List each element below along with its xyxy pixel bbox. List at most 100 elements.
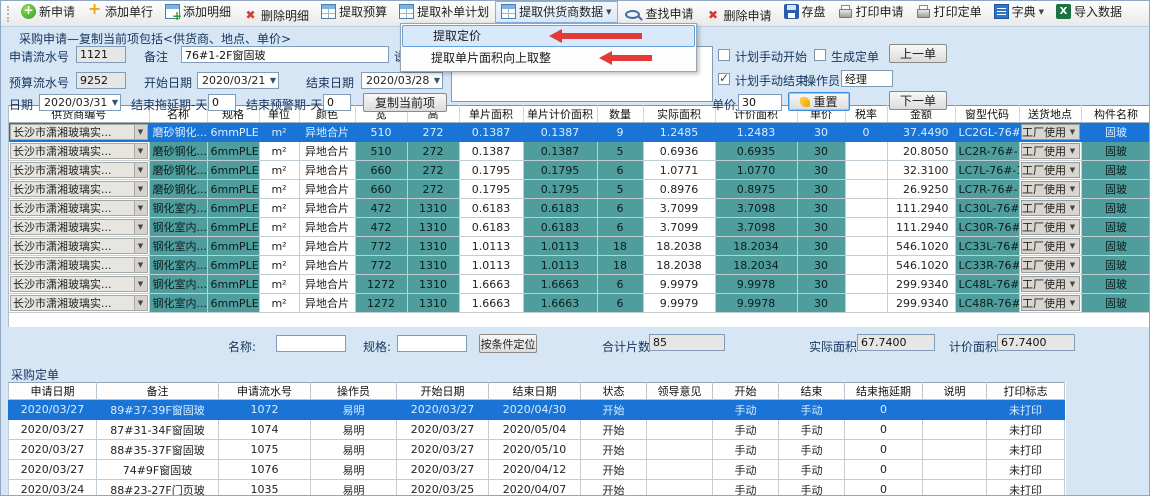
cell[interactable]: 2020/03/27 [9,440,97,460]
chevron-down-icon[interactable]: ▼ [134,144,147,158]
cell[interactable]: 0.1387 [523,123,597,142]
remark-input[interactable] [181,46,389,63]
cell[interactable]: m² [259,256,299,275]
cell[interactable]: 手动 [713,420,779,440]
operator-input[interactable] [841,70,893,87]
cell[interactable]: 异地合片 [299,294,355,313]
plan-manual-end-checkbox[interactable] [718,73,730,85]
cell[interactable]: 易明 [311,440,397,460]
cell[interactable]: 未打印 [987,420,1065,440]
cell[interactable]: 长沙市潇湘玻璃实...▼ [9,294,149,313]
cell[interactable]: 2020/03/27 [397,460,489,480]
cell[interactable]: 9.9978 [715,275,797,294]
cell[interactable]: 未打印 [987,480,1065,496]
cell[interactable]: 3.7098 [715,218,797,237]
cell[interactable]: 272 [407,123,459,142]
table-row[interactable]: 长沙市潇湘玻璃实...▼磨砂钢化...6mmPLE...m²异地合片660272… [9,161,1149,180]
cell[interactable]: LC48R-76#... [955,294,1019,313]
cell[interactable]: 钢化室内... [149,218,207,237]
table-row[interactable]: 2020/03/2488#23-27F门页玻1035易明2020/03/2520… [9,480,1065,496]
cell[interactable]: 26.9250 [887,180,955,199]
copy-current-button[interactable]: 复制当前项 [363,93,447,112]
cell[interactable]: 299.9340 [887,275,955,294]
cell[interactable]: 固玻 [1081,199,1149,218]
cell[interactable]: LC33R-76#... [955,256,1019,275]
cell[interactable]: 固玻 [1081,123,1149,142]
cell[interactable]: 0 [845,480,923,496]
cell[interactable]: 磨砂钢化... [149,161,207,180]
plan-manual-start-checkbox[interactable] [718,49,730,61]
cell[interactable]: 30 [797,161,845,180]
cell[interactable]: 1.0113 [523,256,597,275]
cell[interactable] [923,400,987,420]
cell[interactable]: 0.1387 [523,142,597,161]
cell[interactable]: 3.7099 [643,199,715,218]
cell[interactable]: 异地合片 [299,275,355,294]
cell[interactable]: LC7L-76#-1FO [955,161,1019,180]
cell[interactable]: 1.2485 [643,123,715,142]
cell[interactable]: 工厂使用▼ [1019,180,1081,199]
cell[interactable]: 异地合片 [299,142,355,161]
cell[interactable]: 0 [845,460,923,480]
cell[interactable]: 30 [797,256,845,275]
start-date-select[interactable]: 2020/03/21 ▼ [197,72,279,89]
chevron-down-icon[interactable]: ▼ [1067,223,1079,231]
cell[interactable]: 手动 [779,440,845,460]
cell[interactable]: 开始 [581,400,647,420]
cell[interactable]: 2020/03/27 [397,400,489,420]
cell[interactable] [923,480,987,496]
column-header[interactable]: 窗型代码 [955,106,1019,123]
cell[interactable]: 3.7099 [643,218,715,237]
cell[interactable]: 6mmPLE... [207,256,259,275]
cell[interactable]: 开始 [581,420,647,440]
column-header[interactable]: 实际面积 [643,106,715,123]
column-header[interactable]: 结束 [779,383,845,400]
cell[interactable]: 磨砂钢化... [149,180,207,199]
cell[interactable]: 固玻 [1081,218,1149,237]
cell[interactable]: 异地合片 [299,199,355,218]
budget-serial-input[interactable] [76,72,126,89]
cell[interactable]: m² [259,294,299,313]
table-row[interactable]: 长沙市潇湘玻璃实...▼钢化室内...6mmPLE...m²异地合片472131… [9,218,1149,237]
cell[interactable]: 钢化室内... [149,199,207,218]
cell[interactable]: 6 [597,161,643,180]
cell[interactable]: LC30R-76#... [955,218,1019,237]
previous-order-button[interactable]: 上一单 [889,44,947,63]
table-row[interactable]: 长沙市潇湘玻璃实...▼磨砂钢化...6mmPLE...m²异地合片510272… [9,142,1149,161]
cell[interactable]: 固玻 [1081,256,1149,275]
column-header[interactable]: 打印标志 [987,383,1065,400]
cell[interactable]: 0 [845,420,923,440]
cell[interactable]: 长沙市潇湘玻璃实...▼ [9,256,149,275]
chevron-down-icon[interactable]: ▼ [1067,242,1079,250]
end-date-select[interactable]: 2020/03/28 ▼ [361,72,443,89]
cell[interactable]: 272 [407,142,459,161]
toolbar-button-delete-detail[interactable]: 删除明细 [237,5,315,27]
cell[interactable]: 472 [355,199,407,218]
cell[interactable]: 299.9340 [887,294,955,313]
cell[interactable]: m² [259,161,299,180]
cell[interactable]: 30 [797,275,845,294]
column-header[interactable]: 领导意见 [647,383,713,400]
cell[interactable] [647,440,713,460]
cell[interactable] [647,480,713,496]
chevron-down-icon[interactable]: ▼ [1067,147,1079,155]
cell[interactable]: 30 [797,142,845,161]
cell[interactable]: 2020/03/27 [397,440,489,460]
cell[interactable]: m² [259,123,299,142]
cell[interactable]: 0.8975 [715,180,797,199]
toolbar-button-print-order[interactable]: 打印定单 [910,1,988,23]
cell[interactable]: 手动 [713,400,779,420]
cell[interactable]: 2020/03/27 [9,460,97,480]
cell[interactable]: 工厂使用▼ [1019,218,1081,237]
cell[interactable]: 手动 [713,460,779,480]
cell[interactable]: 长沙市潇湘玻璃实...▼ [9,142,149,161]
cell[interactable]: 6 [597,294,643,313]
cell[interactable]: 546.1020 [887,237,955,256]
cell[interactable]: 18.2034 [715,237,797,256]
table-row[interactable]: 2020/03/2789#37-39F窗固玻1072易明2020/03/2720… [9,400,1065,420]
cell[interactable]: 易明 [311,460,397,480]
cell[interactable]: 9.9979 [643,275,715,294]
cell[interactable]: 1272 [355,294,407,313]
cell[interactable]: 1310 [407,275,459,294]
cell[interactable] [923,420,987,440]
